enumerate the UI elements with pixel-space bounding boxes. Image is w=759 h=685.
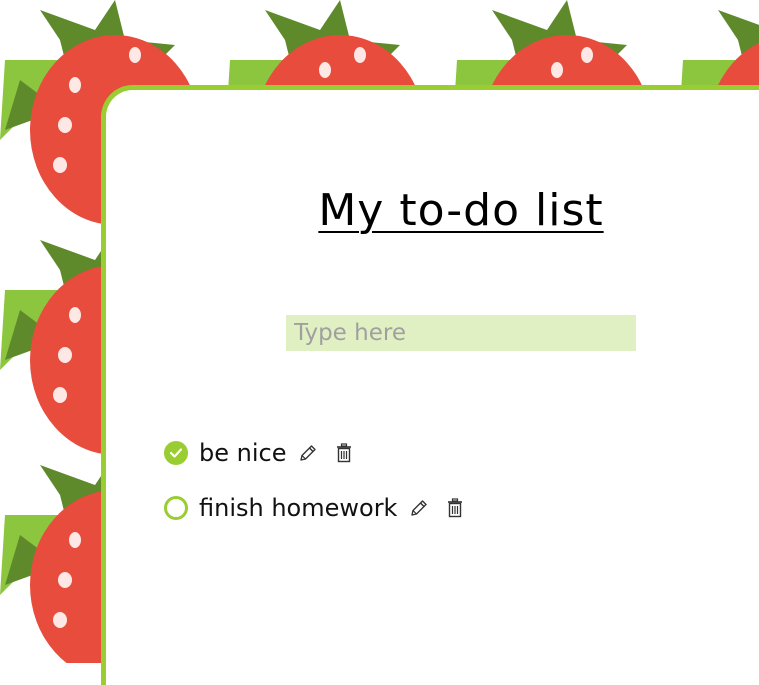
pencil-icon[interactable] [298,442,318,464]
checkmark-icon [170,447,182,458]
pencil-icon[interactable] [409,497,429,519]
page-title: My to-do list [318,185,604,236]
trash-icon[interactable] [445,497,465,519]
check-circle-icon[interactable] [164,440,188,465]
new-todo-input[interactable] [286,315,636,351]
todo-item: finish homework [164,480,481,535]
empty-circle-icon[interactable] [164,495,188,520]
todo-panel: My to-do list be nice [101,85,759,685]
todo-list: be nice finish homework [164,425,481,535]
trash-icon[interactable] [334,442,354,464]
todo-item-label: be nice [199,438,287,467]
todo-item-label: finish homework [199,493,398,522]
todo-item: be nice [164,425,481,480]
